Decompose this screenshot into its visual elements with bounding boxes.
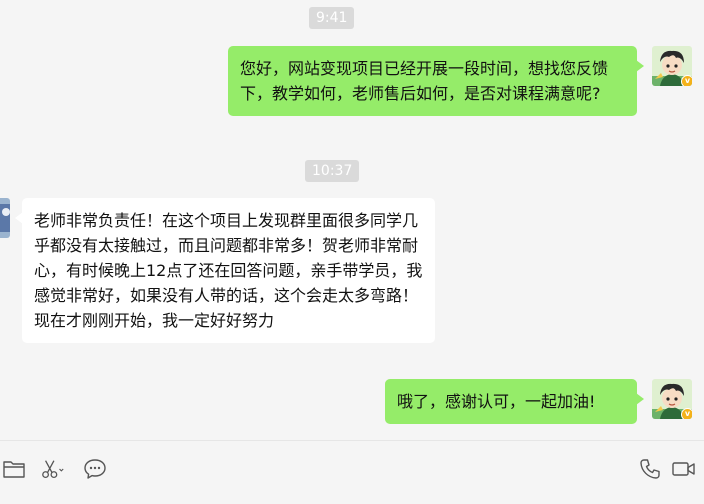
chat-history-button[interactable]: [82, 457, 108, 481]
phone-icon: [640, 459, 660, 479]
outgoing-message-bubble[interactable]: 哦了，感谢认可，一起加油!: [385, 379, 644, 424]
input-toolbar: [0, 440, 704, 504]
file-button[interactable]: [1, 457, 27, 481]
verified-badge-icon: v: [681, 75, 692, 86]
verified-badge-icon: v: [681, 408, 692, 419]
contact-avatar[interactable]: [0, 198, 10, 238]
folder-icon: [3, 461, 25, 478]
screenshot-button[interactable]: [40, 457, 66, 481]
self-avatar[interactable]: v: [652, 46, 692, 86]
timestamp: 9:41: [309, 7, 355, 29]
video-call-icon: [672, 462, 695, 476]
incoming-message-bubble[interactable]: 老师非常负责任！在这个项目上发现群里面很多同学几乎都没有太接触过，而且问题都非常…: [15, 198, 435, 343]
video-call-button[interactable]: [671, 457, 697, 481]
voice-call-button[interactable]: [637, 457, 663, 481]
chat-bubble-icon: [84, 459, 106, 479]
timestamp: 10:37: [305, 160, 360, 182]
chat-message-area[interactable]: 9:41 您好，网站变现项目已经开展一段时间，想找您反馈下，教学如何，老师售后如…: [0, 0, 704, 440]
outgoing-message-bubble[interactable]: 您好，网站变现项目已经开展一段时间，想找您反馈下，教学如何，老师售后如何，是否对…: [228, 46, 644, 116]
scissors-icon: [42, 460, 64, 479]
self-avatar[interactable]: v: [652, 379, 692, 419]
contact-avatar-icon: [0, 198, 10, 238]
